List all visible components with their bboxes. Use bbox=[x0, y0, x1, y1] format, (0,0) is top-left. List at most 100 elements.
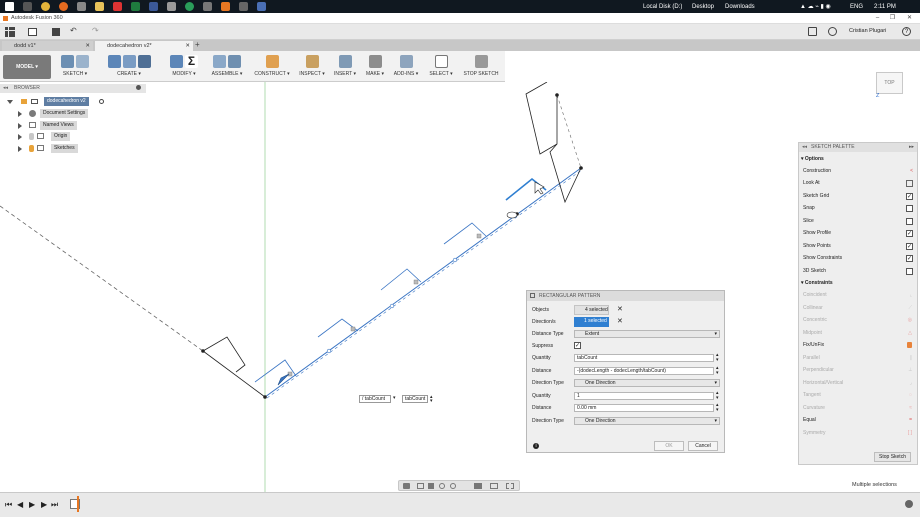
select-group[interactable]: SELECT ▾ bbox=[427, 52, 455, 81]
show-profile-checkbox[interactable]: ✓ bbox=[906, 230, 913, 237]
direction-type-2-select[interactable]: One Direction ▾ bbox=[574, 417, 720, 425]
help-icon[interactable]: ? bbox=[902, 27, 911, 36]
collapse-icon[interactable]: ◂◂ bbox=[3, 85, 8, 91]
clear-directions-icon[interactable]: ✕ bbox=[617, 317, 623, 327]
facebook-icon[interactable] bbox=[148, 2, 158, 11]
stop-sketch-group[interactable]: STOP SKETCH bbox=[460, 52, 502, 81]
snap-checkbox[interactable] bbox=[906, 205, 913, 212]
direction-type-select[interactable]: One Direction ▾ bbox=[574, 379, 720, 387]
addins-group[interactable]: ADD-INS ▾ bbox=[391, 52, 421, 81]
sketch-point[interactable] bbox=[555, 93, 559, 97]
minimize-button[interactable]: – bbox=[870, 13, 885, 24]
apps-grid-icon[interactable] bbox=[5, 27, 15, 37]
3d-print-icon[interactable] bbox=[368, 55, 382, 68]
select-cursor-icon[interactable] bbox=[434, 55, 448, 68]
look-at-icon[interactable] bbox=[906, 180, 913, 187]
pattern-icon[interactable] bbox=[137, 55, 151, 68]
canvas-stepper[interactable]: ▴ ▾ bbox=[430, 395, 433, 404]
3d-sketch-checkbox[interactable] bbox=[906, 268, 913, 275]
viewcube[interactable]: TOP bbox=[876, 72, 903, 94]
expand-icon[interactable] bbox=[7, 100, 13, 104]
activate-radio-icon[interactable] bbox=[99, 99, 104, 104]
insert-group[interactable]: INSERT ▾ bbox=[331, 52, 359, 81]
measure-icon[interactable] bbox=[305, 55, 319, 68]
zoom-icon[interactable] bbox=[439, 483, 445, 489]
orbit-icon[interactable] bbox=[403, 483, 410, 489]
clear-objects-icon[interactable]: ✕ bbox=[617, 305, 623, 315]
create-group[interactable]: CREATE ▾ bbox=[98, 52, 160, 81]
close-tab-icon[interactable]: ✕ bbox=[185, 41, 190, 51]
assemble-group[interactable]: ASSEMBLE ▾ bbox=[207, 52, 247, 81]
expand-icon[interactable] bbox=[18, 111, 22, 117]
sketch-point[interactable] bbox=[201, 349, 205, 353]
canvas-tabcount-input[interactable]: tabCount bbox=[402, 395, 428, 403]
box-icon[interactable] bbox=[122, 55, 136, 68]
drive-label[interactable]: Local Disk (D:) bbox=[643, 0, 682, 13]
palette-option-show-profile[interactable]: Show Profile ✓ bbox=[803, 228, 915, 239]
pan-icon[interactable] bbox=[428, 483, 434, 489]
taskbar-app-icon[interactable] bbox=[202, 2, 212, 11]
root-label[interactable]: dodecahedron v2 bbox=[44, 97, 89, 106]
sketch-point[interactable] bbox=[263, 395, 267, 399]
quantity-input[interactable]: tabCount bbox=[574, 354, 714, 362]
offset-plane-icon[interactable] bbox=[265, 55, 279, 68]
make-group[interactable]: MAKE ▾ bbox=[362, 52, 388, 81]
palette-option-construction[interactable]: Construction < bbox=[803, 166, 915, 177]
clock[interactable]: 2:11 PM bbox=[874, 0, 896, 13]
save-icon[interactable] bbox=[52, 28, 60, 36]
zoom-window-icon[interactable] bbox=[450, 483, 456, 489]
browser-header[interactable]: ◂◂ BROWSER bbox=[0, 84, 146, 93]
quantity-2-stepper[interactable]: ▴ ▾ bbox=[716, 391, 719, 401]
joint-icon[interactable] bbox=[228, 55, 241, 68]
redo-icon[interactable]: ↷ bbox=[92, 26, 99, 35]
sketch-grid-checkbox[interactable]: ✓ bbox=[906, 193, 913, 200]
objects-selector[interactable]: 4 selected bbox=[574, 305, 609, 315]
canvas-quantity-input[interactable]: / tabCount bbox=[359, 395, 391, 403]
equal-icon[interactable]: = bbox=[909, 415, 912, 426]
inspect-group[interactable]: INSPECT ▾ bbox=[297, 52, 327, 81]
palette-option-show-constraints[interactable]: Show Constraints ✓ bbox=[803, 253, 915, 264]
slice-checkbox[interactable] bbox=[906, 218, 913, 225]
desktop-label[interactable]: Desktop bbox=[692, 0, 714, 13]
dialog-header[interactable]: RECTANGULAR PATTERN bbox=[527, 291, 724, 301]
maximize-button[interactable]: ❐ bbox=[885, 13, 900, 24]
ok-button[interactable]: OK bbox=[654, 441, 684, 451]
taskbar-app-icon[interactable] bbox=[256, 2, 266, 11]
go-to-start-icon[interactable]: ⏮ bbox=[5, 500, 12, 510]
distance-type-select[interactable]: Extent ▾ bbox=[574, 330, 720, 338]
show-constraints-checkbox[interactable]: ✓ bbox=[906, 255, 913, 262]
distance-input[interactable]: -(dodecLength - dodecLength/tabCount) bbox=[574, 367, 714, 375]
distance-stepper[interactable]: ▴ ▾ bbox=[716, 366, 719, 376]
construction-icon[interactable]: < bbox=[910, 166, 913, 177]
palette-option-3d-sketch[interactable]: 3D Sketch bbox=[803, 266, 915, 277]
expand-panel-icon[interactable]: ▸▸ bbox=[909, 144, 914, 150]
job-status-icon[interactable] bbox=[808, 27, 817, 36]
distance-2-stepper[interactable]: ▴ ▾ bbox=[716, 403, 719, 413]
constraint-equal[interactable]: Equal = bbox=[803, 415, 915, 426]
close-tab-icon[interactable]: ✕ bbox=[85, 41, 90, 51]
fusion360-icon[interactable] bbox=[220, 2, 230, 11]
taskbar-app-icon[interactable] bbox=[166, 2, 176, 11]
timeline-marker[interactable] bbox=[77, 496, 79, 512]
taskbar-app-icon[interactable] bbox=[184, 2, 194, 11]
workspace-switcher[interactable]: MODEL ▾ bbox=[3, 55, 51, 79]
tab-dodecahedron[interactable]: dodecahedron v2* ✕ bbox=[95, 41, 193, 51]
expand-icon[interactable] bbox=[18, 146, 22, 152]
firefox-icon[interactable] bbox=[58, 2, 68, 11]
info-icon[interactable]: i bbox=[533, 443, 539, 449]
sketch-point[interactable] bbox=[579, 166, 583, 170]
stop-sketch-icon[interactable] bbox=[474, 55, 488, 68]
step-forward-icon[interactable]: ▶ bbox=[41, 500, 47, 509]
taskbar-app-icon[interactable] bbox=[22, 2, 32, 11]
quantity-stepper[interactable]: ▴ ▾ bbox=[716, 353, 719, 363]
history-icon[interactable] bbox=[828, 27, 837, 36]
tray-icons[interactable]: ▲ ☁ ⌁ ▮ ◉ bbox=[800, 0, 831, 13]
play-icon[interactable]: ▶ bbox=[29, 500, 35, 509]
sketch-group[interactable]: SKETCH ▾ bbox=[54, 52, 96, 81]
pdf-icon[interactable] bbox=[238, 2, 248, 11]
modify-group[interactable]: Σ MODIFY ▾ bbox=[164, 52, 204, 81]
new-component-icon[interactable] bbox=[213, 55, 226, 68]
downloads-label[interactable]: Downloads bbox=[725, 0, 755, 13]
show-points-checkbox[interactable]: ✓ bbox=[906, 243, 913, 250]
palette-header[interactable]: ◂◂ SKETCH PALETTE ▸▸ bbox=[799, 143, 917, 152]
